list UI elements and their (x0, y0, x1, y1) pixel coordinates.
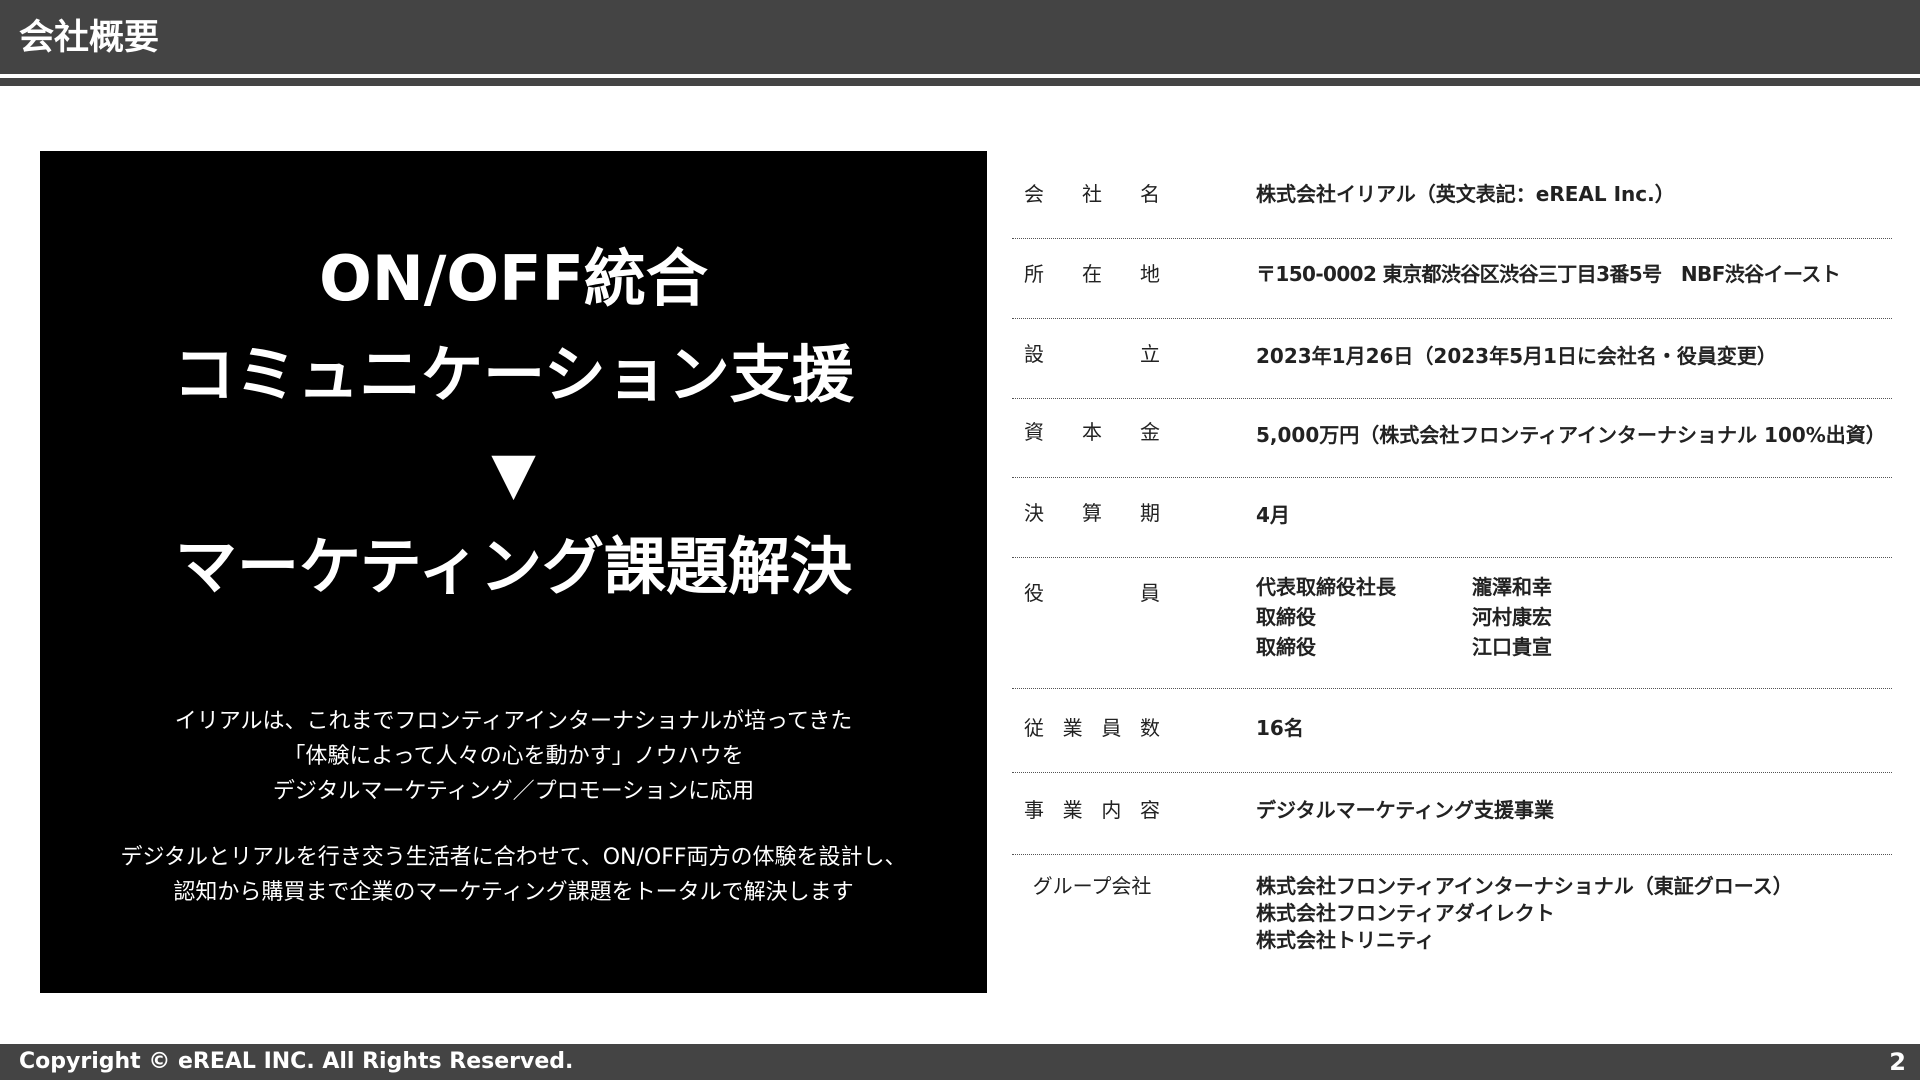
group-company: 株式会社フロンティアインターナショナル（東証グロース） (1256, 874, 1793, 898)
info-row-company-name: 会 社 名 株式会社イリアル（英文表記：eREAL Inc.） (1012, 151, 1892, 239)
officer-name: 江口貴宣 (1472, 635, 1552, 659)
hero-description-line: 認知から購買まで企業のマーケティング課題をトータルで解決します (173, 880, 854, 905)
info-row-fiscal-period: 決 算 期 4月 (1012, 478, 1892, 558)
hero-headline-1: ON/OFF統合 (319, 242, 708, 315)
page-number: 2 (1889, 1048, 1906, 1076)
info-value: 5,000万円（株式会社フロンティアインターナショナル 100%出資） (1256, 423, 1886, 447)
hero-description-line: イリアルは、これまでフロンティアインターナショナルが培ってきた (174, 709, 853, 734)
info-label: 従 業 員 数 (1024, 716, 1160, 740)
info-row-group: グループ会社 株式会社フロンティアインターナショナル（東証グロース） 株式会社フ… (1012, 855, 1892, 965)
info-value: 株式会社イリアル（英文表記：eREAL Inc.） (1256, 182, 1675, 206)
info-row-established: 設 立 2023年1月26日（2023年5月1日に会社名・役員変更） (1012, 319, 1892, 399)
officer-role: 取締役 (1256, 605, 1316, 629)
info-value: 〒150-0002 東京都渋谷区渋谷三丁目3番5号 NBF渋谷イースト (1256, 262, 1841, 286)
info-row-employees: 従 業 員 数 16名 (1012, 689, 1892, 773)
info-label: 会 社 名 (1024, 182, 1160, 206)
hero-description-line: デジタルとリアルを行き交う生活者に合わせて、ON/OFF両方の体験を設計し、 (120, 845, 907, 870)
info-value: 16名 (1256, 716, 1304, 740)
info-row-capital: 資 本 金 5,000万円（株式会社フロンティアインターナショナル 100%出資… (1012, 399, 1892, 478)
copyright-text: Copyright © eREAL INC. All Rights Reserv… (19, 1049, 574, 1074)
officer-role: 代表取締役社長 (1256, 575, 1396, 599)
officer-name: 瀧澤和幸 (1472, 575, 1552, 599)
info-label: 所 在 地 (1024, 262, 1160, 286)
page-title: 会社概要 (19, 18, 160, 58)
hero-description-line: 「体験によって人々の心を動かす」ノウハウを (283, 744, 744, 769)
info-row-business: 事 業 内 容 デジタルマーケティング支援事業 (1012, 773, 1892, 855)
info-value: デジタルマーケティング支援事業 (1256, 798, 1554, 822)
down-arrow-icon: ▼ (491, 439, 536, 507)
hero-panel: ON/OFF統合 コミュニケーション支援 ▼ マーケティング課題解決 イリアルは… (40, 151, 987, 993)
header-bar: 会社概要 (0, 0, 1920, 74)
info-label: 事 業 内 容 (1024, 798, 1160, 822)
info-value: 4月 (1256, 503, 1290, 527)
info-row-address: 所 在 地 〒150-0002 東京都渋谷区渋谷三丁目3番5号 NBF渋谷イース… (1012, 239, 1892, 319)
header-divider-dark (0, 78, 1920, 86)
info-label: グループ会社 (1032, 874, 1152, 898)
officer-name: 河村康宏 (1472, 605, 1552, 629)
officer-role: 取締役 (1256, 635, 1316, 659)
footer-bar: Copyright © eREAL INC. All Rights Reserv… (0, 1044, 1920, 1080)
hero-headline-3: マーケティング課題解決 (174, 530, 853, 603)
info-label: 決 算 期 (1024, 501, 1160, 525)
group-company: 株式会社トリニティ (1256, 928, 1435, 952)
info-label: 資 本 金 (1024, 420, 1160, 444)
info-value: 2023年1月26日（2023年5月1日に会社名・役員変更） (1256, 344, 1777, 368)
info-row-officers: 役 員 代表取締役社長 瀧澤和幸 取締役 河村康宏 取締役 江口貴宣 (1012, 558, 1892, 689)
hero-headline-2: コミュニケーション支援 (173, 338, 854, 411)
info-label: 設 立 (1024, 342, 1160, 366)
group-company: 株式会社フロンティアダイレクト (1256, 901, 1555, 925)
info-label: 役 員 (1024, 581, 1160, 605)
hero-description-line: デジタルマーケティング／プロモーションに応用 (272, 779, 755, 804)
